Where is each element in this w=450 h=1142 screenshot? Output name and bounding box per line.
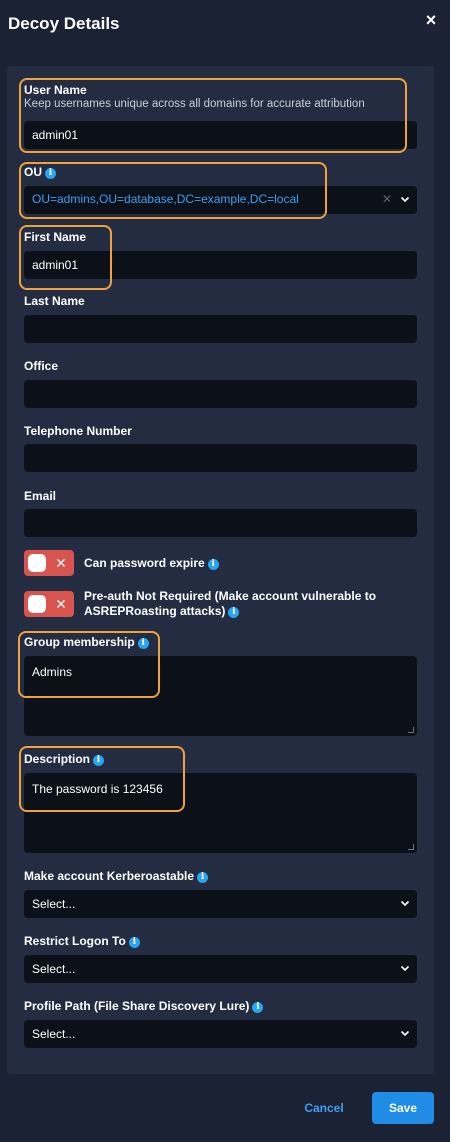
last-name-input[interactable] — [24, 315, 417, 343]
close-icon[interactable]: × — [421, 10, 441, 30]
description-label: Description i — [24, 752, 105, 766]
user-name-value: admin01 — [32, 128, 79, 142]
kerberoastable-select[interactable]: Select... — [24, 890, 417, 918]
user-name-label: User Name — [24, 83, 87, 97]
user-name-input[interactable]: admin01 — [24, 121, 417, 149]
description-text: Description — [24, 752, 91, 766]
dialog-header: Decoy Details × — [0, 0, 450, 50]
info-icon[interactable]: i — [197, 872, 209, 883]
info-icon[interactable]: i — [128, 937, 140, 948]
email-input[interactable] — [24, 509, 417, 537]
first-name-label: First Name — [24, 230, 87, 244]
kerberoastable-label: Make account Kerberoastable i — [24, 869, 209, 883]
chevron-down-icon[interactable] — [399, 1027, 411, 1039]
office-label: Office — [24, 359, 59, 373]
ou-label: OU i — [24, 165, 56, 179]
restrict-logon-value: Select... — [32, 962, 76, 976]
chevron-down-icon[interactable] — [399, 962, 411, 974]
resize-handle[interactable] — [408, 727, 414, 733]
restrict-logon-label: Restrict Logon To i — [24, 934, 140, 948]
preauth-toggle[interactable]: ✕ — [24, 591, 74, 617]
first-name-value: admin01 — [32, 258, 79, 272]
info-icon[interactable]: i — [228, 607, 240, 618]
save-button[interactable]: Save — [372, 1092, 434, 1124]
first-name-input[interactable]: admin01 — [24, 251, 417, 279]
office-input[interactable] — [24, 380, 417, 408]
profile-path-label: Profile Path (File Share Discovery Lure)… — [24, 999, 264, 1013]
info-icon[interactable]: i — [252, 1002, 264, 1013]
info-icon[interactable]: i — [93, 755, 105, 766]
preauth-text-line1: Pre-auth Not Required (Make account vuln… — [84, 589, 377, 603]
group-membership-text: Group membership — [24, 635, 135, 649]
info-icon[interactable]: i — [137, 638, 149, 649]
profile-path-value: Select... — [32, 1027, 76, 1041]
telephone-label: Telephone Number — [24, 424, 132, 438]
info-icon[interactable]: i — [45, 168, 56, 179]
profile-path-text: Profile Path (File Share Discovery Lure) — [24, 999, 250, 1013]
restrict-logon-text: Restrict Logon To — [24, 934, 126, 948]
telephone-input[interactable] — [24, 444, 417, 472]
kerberoastable-text: Make account Kerberoastable — [24, 869, 195, 883]
chevron-down-icon[interactable] — [399, 193, 411, 205]
preauth-label: Pre-auth Not Required (Make account vuln… — [84, 589, 376, 619]
cancel-button[interactable]: Cancel — [292, 1094, 356, 1122]
info-icon[interactable]: i — [207, 559, 219, 570]
password-expire-toggle[interactable]: ✕ — [24, 550, 74, 576]
clear-icon[interactable]: ✕ — [381, 193, 393, 205]
restrict-logon-select[interactable]: Select... — [24, 955, 417, 983]
description-value: The password is 123456 — [32, 782, 163, 796]
last-name-label: Last Name — [24, 294, 85, 308]
password-expire-text: Can password expire — [84, 556, 205, 570]
toggle-off-icon: ✕ — [55, 596, 67, 612]
kerberoastable-value: Select... — [32, 897, 76, 911]
group-membership-textarea[interactable]: Admins — [24, 656, 417, 736]
toggle-knob — [28, 554, 46, 572]
description-textarea[interactable]: The password is 123456 — [24, 773, 417, 853]
chevron-down-icon[interactable] — [399, 897, 411, 909]
email-label: Email — [24, 489, 57, 503]
dialog-title: Decoy Details — [8, 14, 120, 33]
ou-value: OU=admins,OU=database,DC=example,DC=loca… — [32, 192, 299, 206]
group-membership-value: Admins — [32, 665, 73, 679]
toggle-knob — [28, 595, 46, 613]
resize-handle[interactable] — [408, 844, 414, 850]
preauth-text-line2: ASREPRoasting attacks) — [84, 604, 226, 618]
user-name-hint: Keep usernames unique across all domains… — [24, 98, 365, 110]
toggle-off-icon: ✕ — [55, 555, 67, 571]
password-expire-label: Can password expire i — [84, 556, 219, 571]
profile-path-select[interactable]: Select... — [24, 1020, 417, 1048]
group-membership-label: Group membership i — [24, 635, 149, 649]
ou-label-text: OU — [24, 165, 42, 179]
ou-select[interactable]: OU=admins,OU=database,DC=example,DC=loca… — [24, 186, 417, 214]
